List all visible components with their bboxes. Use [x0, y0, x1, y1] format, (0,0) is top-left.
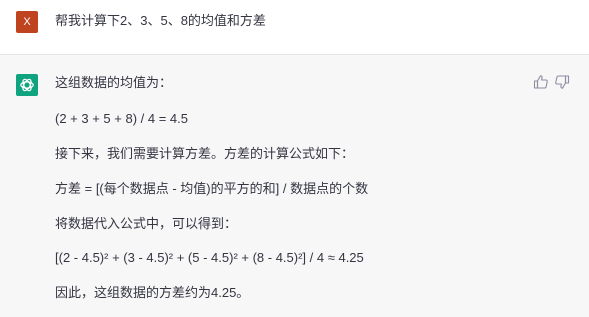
- user-message-row: X 帮我计算下2、3、5、8的均值和方差: [0, 0, 589, 55]
- assistant-paragraph: (2 + 3 + 5 + 8) / 4 = 4.5: [55, 111, 188, 126]
- assistant-paragraph: [(2 - 4.5)² + (3 - 4.5)² + (5 - 4.5)² + …: [55, 250, 364, 265]
- openai-logo-icon: [16, 74, 38, 96]
- assistant-paragraph: 因此，这组数据的方差约为4.25。: [55, 285, 250, 300]
- thumbs-down-icon[interactable]: [554, 74, 570, 90]
- thumbs-up-icon[interactable]: [533, 74, 549, 90]
- user-message-text: 帮我计算下2、3、5、8的均值和方差: [55, 13, 266, 28]
- assistant-paragraph: 将数据代入公式中，可以得到：: [55, 216, 238, 231]
- assistant-paragraph: 这组数据的均值为：: [55, 75, 173, 90]
- assistant-message-row: 这组数据的均值为： (2 + 3 + 5 + 8) / 4 = 4.5 接下来，…: [0, 55, 589, 317]
- chat-page: X 帮我计算下2、3、5、8的均值和方差 这组数据的均值为： (2 + 3 + …: [0, 0, 589, 317]
- assistant-paragraph: 接下来，我们需要计算方差。方差的计算公式如下：: [55, 146, 355, 161]
- user-avatar: X: [16, 11, 38, 33]
- assistant-paragraph: 方差 = [(每个数据点 - 均值)的平方的和] / 数据点的个数: [55, 181, 369, 196]
